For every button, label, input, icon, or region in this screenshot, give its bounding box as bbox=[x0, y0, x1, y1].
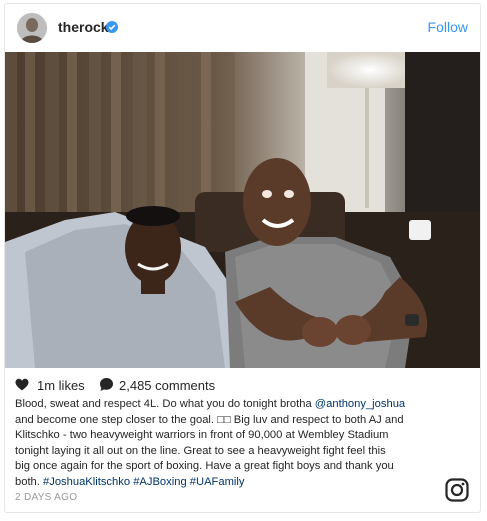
mention-link[interactable]: @anthony_joshua bbox=[315, 398, 405, 410]
likes-count: 1m likes bbox=[37, 378, 85, 393]
post-caption: Blood, sweat and respect 4L. Do what you… bbox=[15, 397, 435, 490]
hashtag-link[interactable]: #UAFamily bbox=[190, 476, 245, 488]
caption-line: tonight laying it all out on the line. G… bbox=[15, 444, 386, 457]
hashtag-link[interactable]: #JoshuaKlitschko bbox=[43, 476, 130, 488]
hashtag-link[interactable]: #AJBoxing bbox=[133, 476, 187, 488]
heart-icon[interactable] bbox=[15, 378, 29, 394]
post-header: therock Follow bbox=[5, 4, 480, 52]
caption-line: Klitschko - two heavyweight warriors in … bbox=[15, 429, 389, 441]
caption-line: Blood, sweat and respect 4L. Do what you… bbox=[15, 397, 435, 413]
caption-line: big once again for the sport of boxing. … bbox=[15, 460, 394, 472]
caption-line: both. #JoshuaKlitschko #AJBoxing #UAFami… bbox=[15, 475, 435, 491]
instagram-logo-icon[interactable] bbox=[445, 478, 469, 502]
post-date: 2 DAYS AGO bbox=[15, 492, 78, 503]
caption-line: and become one step closer to the goal. … bbox=[15, 413, 404, 426]
post-photo[interactable] bbox=[5, 52, 480, 368]
comment-bubble-icon[interactable] bbox=[99, 377, 114, 395]
username[interactable]: therock bbox=[58, 19, 109, 35]
avatar[interactable] bbox=[17, 13, 47, 43]
follow-button[interactable]: Follow bbox=[428, 19, 468, 35]
verified-badge-icon bbox=[106, 21, 118, 33]
caption-text: both. bbox=[15, 475, 43, 488]
instagram-embed-card: therock Follow 1m likes 2,485 comments B… bbox=[4, 3, 481, 513]
caption-text: Blood, sweat and respect 4L. Do what you… bbox=[15, 398, 315, 410]
comments-count: 2,485 comments bbox=[119, 378, 216, 393]
post-stats: 1m likes 2,485 comments bbox=[15, 376, 470, 396]
